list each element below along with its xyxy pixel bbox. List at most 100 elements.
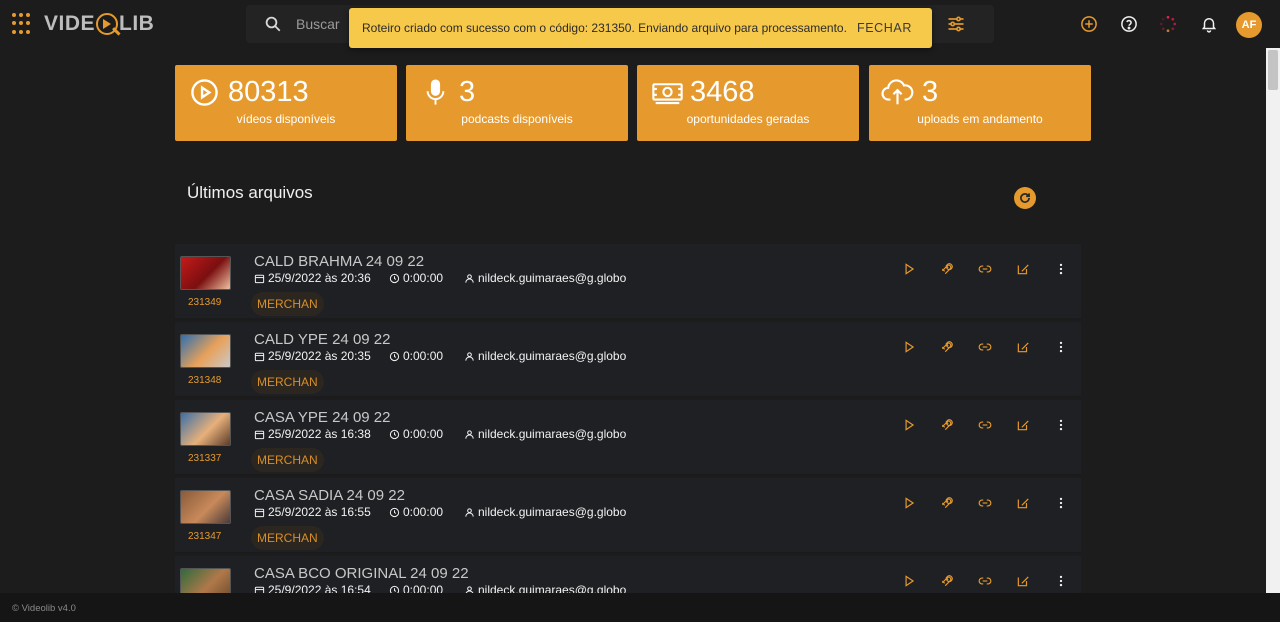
stat-card-videos[interactable]: 80313 vídeos disponíveis [175, 65, 397, 141]
magnet-button[interactable] [928, 260, 966, 278]
refresh-button[interactable] [1014, 187, 1036, 209]
row-actions [890, 416, 1080, 434]
more-vertical-button[interactable] [1042, 416, 1080, 434]
link-button[interactable] [966, 338, 1004, 356]
video-thumbnail[interactable] [180, 490, 231, 524]
magnet-button[interactable] [928, 572, 966, 590]
magnet-button[interactable] [928, 416, 966, 434]
play-icon [902, 574, 916, 588]
user-avatar[interactable]: AF [1236, 12, 1262, 38]
video-thumbnail[interactable] [180, 412, 231, 446]
magnet-icon [940, 496, 954, 510]
stat-value: 3468 [690, 76, 755, 108]
file-title[interactable]: CASA BCO ORIGINAL 24 09 22 [254, 565, 469, 582]
link-button[interactable] [966, 572, 1004, 590]
microphone-icon [426, 79, 445, 105]
edit-button[interactable] [1004, 260, 1042, 278]
file-row[interactable]: 231349 CALD BRAHMA 24 09 22 25/9/2022 às 2… [175, 244, 1081, 320]
magnet-icon [940, 340, 954, 354]
play-button[interactable] [890, 338, 928, 356]
search-input[interactable]: Buscar [296, 16, 340, 32]
apps-grid-icon[interactable] [12, 13, 34, 35]
video-thumbnail[interactable] [180, 256, 231, 290]
file-tag[interactable]: MERCHAN [251, 526, 324, 550]
stat-card-uploads[interactable]: 3 uploads em andamento [869, 65, 1091, 141]
edit-button[interactable] [1004, 494, 1042, 512]
scrollbar-thumb[interactable] [1268, 50, 1278, 90]
stat-label: uploads em andamento [917, 112, 1043, 126]
file-duration: 0:00:00 [389, 427, 443, 441]
edit-button[interactable] [1004, 416, 1042, 434]
videolib-logo[interactable]: VIDE LIB [44, 12, 154, 36]
file-id: 231348 [188, 375, 222, 386]
magnet-button[interactable] [928, 494, 966, 512]
row-actions [890, 338, 1080, 356]
file-duration-text: 0:00:00 [403, 505, 444, 519]
play-icon [902, 340, 916, 354]
file-user: nildeck.guimaraes@g.globo [464, 427, 626, 441]
more-vertical-icon [1054, 340, 1068, 354]
file-tag[interactable]: MERCHAN [251, 370, 324, 394]
footer-version: © Videolib v4.0 [12, 603, 76, 614]
filter-sliders-icon[interactable] [946, 14, 966, 34]
user-icon [465, 507, 474, 517]
row-actions [890, 494, 1080, 512]
link-icon [978, 496, 992, 510]
file-row[interactable]: 231337 CASA YPE 24 09 22 25/9/2022 às 16:3… [175, 400, 1081, 476]
help-icon[interactable] [1120, 15, 1138, 33]
file-title[interactable]: CALD YPE 24 09 22 [254, 331, 390, 348]
file-list: 231349 CALD BRAHMA 24 09 22 25/9/2022 às 2… [175, 244, 1081, 593]
more-vertical-icon [1054, 574, 1068, 588]
bell-icon[interactable] [1200, 15, 1218, 33]
more-vertical-button[interactable] [1042, 260, 1080, 278]
file-id: 231347 [188, 531, 222, 542]
stat-card-opportunities[interactable]: 3468 oportunidades geradas [637, 65, 859, 141]
loading-spinner-icon [1159, 15, 1177, 33]
edit-button[interactable] [1004, 572, 1042, 590]
money-icon [652, 83, 683, 105]
play-button[interactable] [890, 416, 928, 434]
stat-value: 80313 [228, 76, 309, 108]
file-title[interactable]: CASA YPE 24 09 22 [254, 409, 391, 426]
video-thumbnail[interactable] [180, 568, 231, 593]
play-button[interactable] [890, 260, 928, 278]
link-button[interactable] [966, 260, 1004, 278]
play-button[interactable] [890, 572, 928, 590]
more-vertical-button[interactable] [1042, 338, 1080, 356]
file-title[interactable]: CASA SADIA 24 09 22 [254, 487, 405, 504]
file-date: 25/9/2022 às 20:35 [254, 349, 371, 363]
file-tag[interactable]: MERCHAN [251, 292, 324, 316]
file-date-text: 25/9/2022 às 20:35 [268, 349, 371, 363]
magnet-button[interactable] [928, 338, 966, 356]
more-vertical-button[interactable] [1042, 494, 1080, 512]
link-button[interactable] [966, 416, 1004, 434]
file-title[interactable]: CALD BRAHMA 24 09 22 [254, 253, 424, 270]
page-scrollbar[interactable] [1266, 48, 1280, 593]
clock-icon [389, 429, 400, 439]
file-row[interactable]: 231348 CALD YPE 24 09 22 25/9/2022 às 20:3… [175, 322, 1081, 398]
search-icon[interactable] [264, 15, 282, 33]
play-button[interactable] [890, 494, 928, 512]
file-duration-text: 0:00:00 [403, 349, 444, 363]
file-row[interactable]: CASA BCO ORIGINAL 24 09 22 25/9/2022 às 1… [175, 556, 1081, 593]
edit-button[interactable] [1004, 338, 1042, 356]
video-thumbnail[interactable] [180, 334, 231, 368]
more-vertical-button[interactable] [1042, 572, 1080, 590]
toast-close-button[interactable]: FECHAR [857, 21, 912, 35]
cloud-upload-icon [881, 79, 914, 105]
link-icon [978, 262, 992, 276]
file-id: 231349 [188, 297, 222, 308]
file-row[interactable]: 231347 CASA SADIA 24 09 22 25/9/2022 às 16… [175, 478, 1081, 554]
footer: © Videolib v4.0 [0, 593, 1280, 622]
file-tag[interactable]: MERCHAN [251, 448, 324, 472]
plus-circle-icon[interactable] [1080, 15, 1098, 33]
calendar-icon [254, 508, 265, 517]
edit-icon [1016, 574, 1030, 588]
user-icon [465, 273, 474, 283]
link-button[interactable] [966, 494, 1004, 512]
file-duration-text: 0:00:00 [403, 427, 444, 441]
file-user: nildeck.guimaraes@g.globo [464, 349, 626, 363]
user-icon [465, 351, 474, 361]
row-actions [890, 260, 1080, 278]
stat-card-podcasts[interactable]: 3 podcasts disponíveis [406, 65, 628, 141]
